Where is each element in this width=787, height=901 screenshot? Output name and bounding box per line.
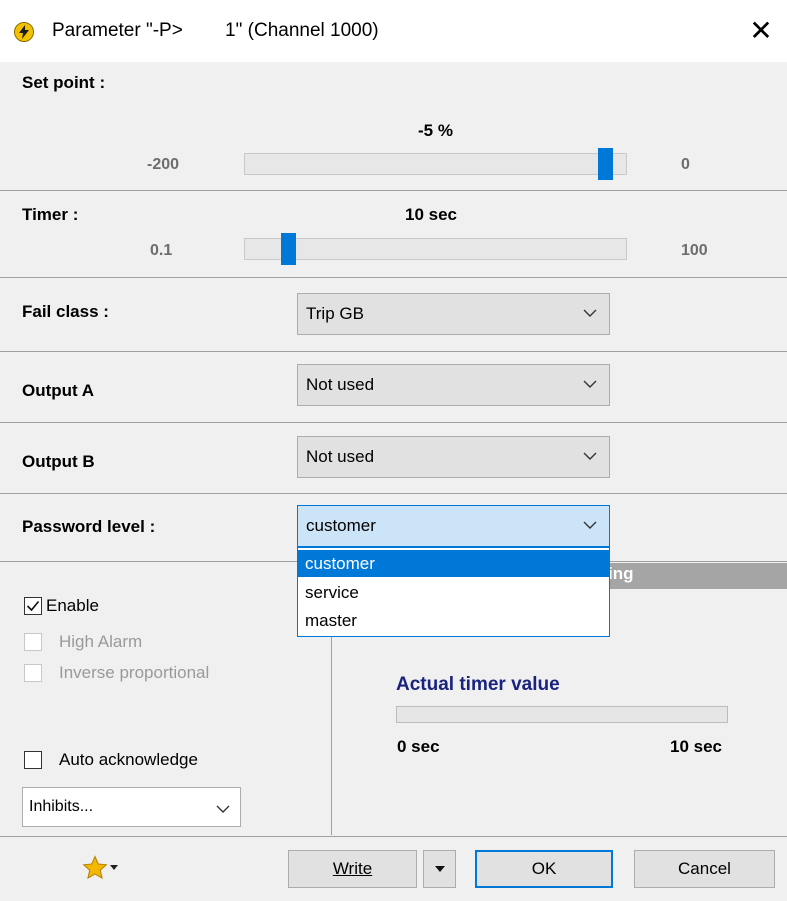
password-option-master[interactable]: master: [298, 607, 609, 634]
chevron-down-icon: [583, 309, 597, 317]
close-icon: ✕: [749, 15, 773, 46]
close-button[interactable]: ✕: [744, 14, 778, 48]
divider: [0, 493, 787, 494]
window-title: Parameter "-P> 1" (Channel 1000): [52, 20, 379, 41]
high-alarm-label: High Alarm: [59, 632, 143, 651]
actual-timer-progress: [396, 706, 728, 723]
divider: [0, 422, 787, 423]
password-level-value: customer: [306, 516, 376, 535]
timer-max: 100: [681, 242, 708, 259]
password-option-customer[interactable]: customer: [298, 550, 609, 577]
favorites-button[interactable]: [82, 851, 122, 885]
actual-timer-heading: Actual timer value: [396, 674, 560, 695]
password-level-select[interactable]: customer: [297, 505, 610, 547]
status-band-text: ing: [608, 564, 634, 583]
output-a-select[interactable]: Not used: [297, 364, 610, 406]
output-a-label: Output A: [22, 381, 95, 400]
enable-label: Enable: [46, 596, 99, 615]
fail-class-label: Fail class :: [22, 302, 109, 321]
output-a-value: Not used: [306, 375, 375, 394]
output-b-label: Output B: [22, 452, 95, 471]
star-icon: [82, 855, 108, 880]
checkbox-box[interactable]: [24, 664, 42, 682]
setpoint-slider-track[interactable]: [244, 153, 627, 175]
timer-label: Timer :: [22, 205, 79, 224]
fail-class-select[interactable]: Trip GB: [297, 293, 610, 335]
setpoint-label: Set point :: [22, 73, 106, 92]
timer-value: 10 sec: [405, 205, 457, 224]
divider: [0, 277, 787, 278]
inhibits-value: Inhibits...: [29, 798, 94, 815]
setpoint-min: -200: [147, 156, 180, 173]
checkmark-icon: [26, 600, 40, 612]
divider: [0, 836, 787, 837]
lightning-icon: [14, 22, 34, 42]
setpoint-slider-thumb[interactable]: [598, 148, 613, 180]
fail-class-value: Trip GB: [306, 304, 364, 323]
actual-timer-max: 10 sec: [670, 737, 722, 756]
setpoint-value: -5 %: [418, 121, 453, 140]
cancel-button[interactable]: Cancel: [634, 850, 775, 888]
timer-slider-track[interactable]: [244, 238, 627, 260]
inhibits-select[interactable]: Inhibits...: [22, 787, 241, 827]
checkbox-box[interactable]: [24, 633, 42, 651]
chevron-down-icon: [583, 452, 597, 460]
timer-min: 0.1: [150, 242, 173, 259]
output-b-select[interactable]: Not used: [297, 436, 610, 478]
output-b-value: Not used: [306, 447, 375, 466]
write-label: Write: [332, 859, 373, 878]
write-options-button[interactable]: [423, 850, 456, 888]
ok-button[interactable]: OK: [475, 850, 613, 888]
actual-timer-min: 0 sec: [397, 737, 440, 756]
auto-acknowledge-label: Auto acknowledge: [59, 750, 198, 769]
caret-down-icon: [110, 865, 118, 870]
chevron-down-icon: [583, 380, 597, 388]
password-level-dropdown: customer service master: [297, 547, 610, 637]
setpoint-max: 0: [681, 156, 690, 173]
divider: [0, 351, 787, 352]
timer-slider-thumb[interactable]: [281, 233, 296, 265]
password-level-label: Password level :: [22, 517, 156, 536]
divider: [0, 190, 787, 191]
caret-down-icon: [435, 866, 445, 872]
chevron-down-icon: [583, 521, 597, 529]
password-option-service[interactable]: service: [298, 579, 609, 606]
checkbox-box[interactable]: [24, 597, 42, 615]
write-button[interactable]: Write: [288, 850, 417, 888]
title-bar: Parameter "-P> 1" (Channel 1000) ✕: [0, 0, 787, 62]
checkbox-box[interactable]: [24, 751, 42, 769]
chevron-down-icon: [216, 805, 230, 813]
inverse-proportional-label: Inverse proportional: [59, 663, 210, 682]
